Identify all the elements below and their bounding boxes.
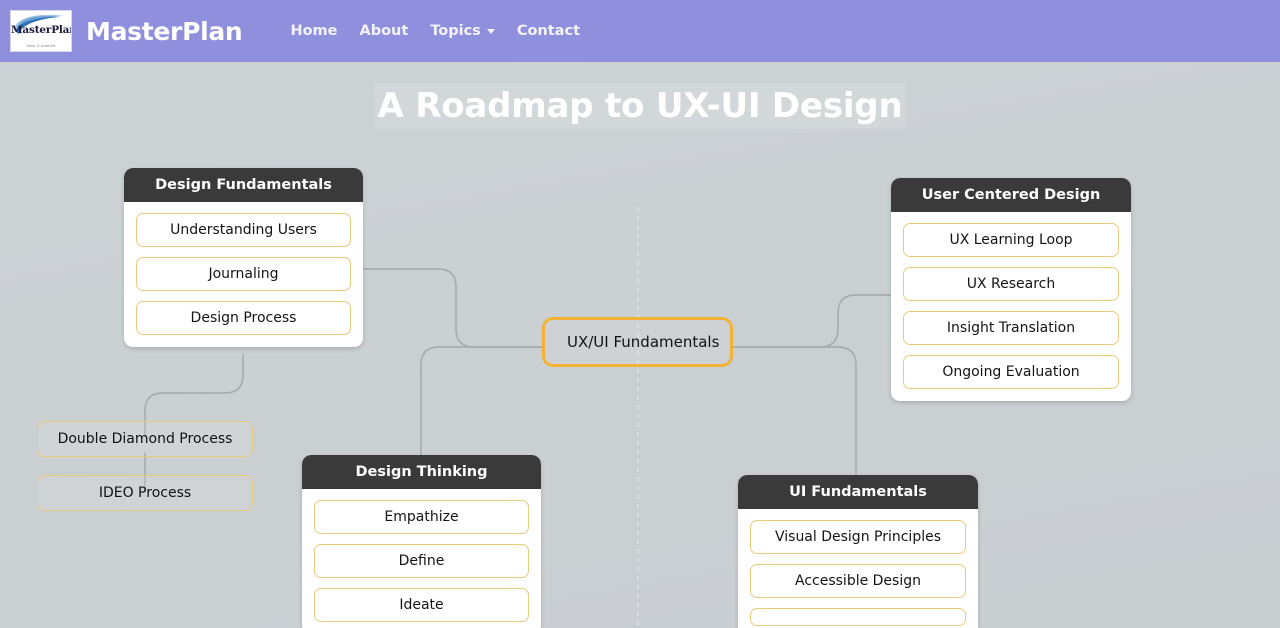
node-double-diamond-label: Double Diamond Process bbox=[57, 431, 233, 447]
nav-item-about[interactable]: About bbox=[359, 23, 408, 39]
chevron-down-icon bbox=[486, 28, 495, 34]
card-user-centered-design[interactable]: User Centered Design UX Learning Loop UX… bbox=[891, 178, 1131, 401]
node-ideo-label: IDEO Process bbox=[98, 485, 192, 501]
page-title-text: A Roadmap to UX-UI Design bbox=[373, 83, 907, 129]
card-design-fundamentals[interactable]: Design Fundamentals Understanding Users … bbox=[124, 168, 363, 347]
card-design-thinking[interactable]: Design Thinking Empathize Define Ideate bbox=[302, 455, 541, 628]
card-ui-fundamentals-title: UI Fundamentals bbox=[738, 475, 978, 509]
logo-text: MasterPlan bbox=[11, 24, 72, 36]
nav-item-contact[interactable]: Contact bbox=[517, 23, 580, 39]
nav-item-home[interactable]: Home bbox=[290, 23, 337, 39]
card-item[interactable]: Understanding Users bbox=[136, 213, 351, 247]
card-item[interactable]: Insight Translation bbox=[903, 311, 1119, 345]
nav-item-topics[interactable]: Topics bbox=[430, 23, 495, 39]
nav-item-topics-label: Topics bbox=[430, 23, 481, 39]
center-node-label: UX/UI Fundamentals bbox=[567, 333, 720, 351]
nav-links: Home About Topics Contact bbox=[290, 23, 580, 39]
top-navbar: MasterPlan Keep it ordered MasterPlan Ho… bbox=[0, 0, 1280, 62]
card-item[interactable]: UX Research bbox=[903, 267, 1119, 301]
card-item[interactable]: Ideate bbox=[314, 588, 529, 622]
card-design-fundamentals-items: Understanding Users Journaling Design Pr… bbox=[124, 202, 363, 347]
card-item[interactable]: Define bbox=[314, 544, 529, 578]
card-item[interactable]: Empathize bbox=[314, 500, 529, 534]
card-ui-fundamentals-items: Visual Design Principles Accessible Desi… bbox=[738, 509, 978, 628]
card-design-thinking-title: Design Thinking bbox=[302, 455, 541, 489]
card-item[interactable]: UX Learning Loop bbox=[903, 223, 1119, 257]
node-ideo-process[interactable]: IDEO Process bbox=[37, 475, 253, 511]
card-design-fundamentals-title: Design Fundamentals bbox=[124, 168, 363, 202]
logo-tagline: Keep it ordered bbox=[26, 44, 56, 48]
roadmap-canvas: Design Fundamentals Understanding Users … bbox=[0, 62, 1280, 628]
nav-item-about-label: About bbox=[359, 23, 409, 39]
card-item[interactable]: Ongoing Evaluation bbox=[903, 355, 1119, 389]
center-node-ux-ui-fundamentals[interactable]: UX/UI Fundamentals bbox=[542, 317, 733, 367]
page-title: A Roadmap to UX-UI Design bbox=[0, 83, 1280, 129]
card-item[interactable] bbox=[750, 608, 966, 626]
nav-item-home-label: Home bbox=[290, 23, 338, 39]
masterplan-logo-icon[interactable]: MasterPlan Keep it ordered bbox=[10, 10, 72, 52]
card-design-thinking-items: Empathize Define Ideate bbox=[302, 489, 541, 628]
card-item[interactable]: Visual Design Principles bbox=[750, 520, 966, 554]
card-item[interactable]: Design Process bbox=[136, 301, 351, 335]
brand-title: MasterPlan bbox=[86, 16, 243, 46]
card-item[interactable]: Accessible Design bbox=[750, 564, 966, 598]
nav-item-contact-label: Contact bbox=[516, 23, 580, 39]
card-user-centered-design-items: UX Learning Loop UX Research Insight Tra… bbox=[891, 212, 1131, 401]
card-ui-fundamentals[interactable]: UI Fundamentals Visual Design Principles… bbox=[738, 475, 978, 628]
card-user-centered-design-title: User Centered Design bbox=[891, 178, 1131, 212]
card-item[interactable]: Journaling bbox=[136, 257, 351, 291]
node-double-diamond-process[interactable]: Double Diamond Process bbox=[37, 421, 253, 457]
